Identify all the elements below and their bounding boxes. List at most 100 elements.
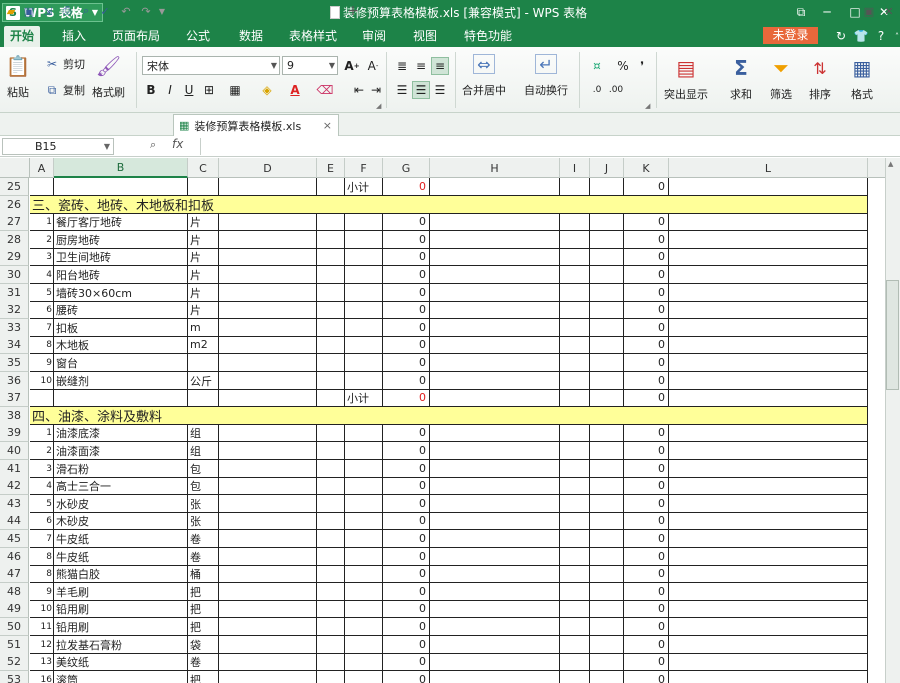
column-header-j[interactable]: J	[590, 158, 624, 178]
amount-g[interactable]: 0	[383, 653, 430, 671]
cell[interactable]	[669, 319, 868, 337]
amount-g[interactable]: 0	[383, 301, 430, 319]
cell[interactable]	[590, 636, 624, 654]
amount-k[interactable]: 0	[624, 671, 669, 683]
amount-g[interactable]: 0	[383, 460, 430, 478]
highlight-button[interactable]: ▤ 突出显示	[664, 54, 708, 102]
fx-icon[interactable]: fx	[172, 137, 183, 151]
cell[interactable]	[560, 671, 590, 683]
item-unit[interactable]: 卷	[188, 653, 219, 671]
cell[interactable]	[317, 477, 345, 495]
item-name[interactable]: 木地板	[54, 336, 188, 354]
row-header[interactable]: 52	[0, 653, 29, 671]
row-header[interactable]: 43	[0, 495, 29, 513]
open-folder-icon[interactable]: ▰	[3, 3, 19, 19]
item-unit[interactable]: 包	[188, 460, 219, 478]
row-header[interactable]: 30	[0, 266, 29, 284]
item-index[interactable]: 9	[30, 354, 54, 372]
amount-g[interactable]: 0	[383, 284, 430, 302]
item-name[interactable]	[54, 178, 188, 196]
column-header-i[interactable]: I	[560, 158, 590, 178]
row-header[interactable]: 33	[0, 319, 29, 337]
cell[interactable]	[669, 548, 868, 566]
item-index[interactable]: 12	[30, 636, 54, 654]
subtotal-label[interactable]: 小计	[345, 178, 383, 196]
cell[interactable]	[560, 336, 590, 354]
item-unit[interactable]: 片	[188, 213, 219, 231]
item-index[interactable]: 9	[30, 583, 54, 601]
sort-button[interactable]: ⇅ 排序	[806, 54, 834, 102]
refresh-icon[interactable]: ↻	[832, 27, 850, 45]
item-name[interactable]: 滚筒	[54, 671, 188, 683]
cell[interactable]	[219, 530, 317, 548]
cell[interactable]	[669, 213, 868, 231]
wrap-text-button[interactable]: ↵ 自动换行	[524, 54, 568, 98]
cell[interactable]	[345, 565, 383, 583]
amount-g[interactable]: 0	[383, 495, 430, 513]
cell[interactable]	[345, 213, 383, 231]
cell[interactable]	[430, 460, 560, 478]
cell[interactable]	[430, 583, 560, 601]
item-index[interactable]: 4	[30, 477, 54, 495]
section-title[interactable]: 四、油漆、涂料及敷料	[30, 407, 868, 425]
item-unit[interactable]: 片	[188, 301, 219, 319]
cell[interactable]	[560, 354, 590, 372]
cell[interactable]	[317, 336, 345, 354]
cell[interactable]	[219, 565, 317, 583]
item-unit[interactable]: 张	[188, 512, 219, 530]
item-unit[interactable]: 包	[188, 477, 219, 495]
amount-k[interactable]: 0	[624, 336, 669, 354]
cell[interactable]	[317, 266, 345, 284]
amount-g[interactable]: 0	[383, 266, 430, 284]
align-center-icon[interactable]: ☰	[412, 81, 430, 99]
cell[interactable]	[560, 389, 590, 407]
item-index[interactable]: 6	[30, 512, 54, 530]
row-header[interactable]: 29	[0, 248, 29, 266]
cell[interactable]	[317, 372, 345, 390]
cell[interactable]	[219, 284, 317, 302]
cell[interactable]	[560, 284, 590, 302]
bold-button[interactable]: B	[142, 81, 160, 99]
item-name[interactable]: 滑石粉	[54, 460, 188, 478]
item-name[interactable]: 扣板	[54, 319, 188, 337]
item-name[interactable]: 餐厅客厅地砖	[54, 213, 188, 231]
column-header-b[interactable]: B	[54, 158, 188, 178]
row-header[interactable]: 31	[0, 284, 29, 302]
cell-style-icon[interactable]: ▦	[226, 81, 244, 99]
cell[interactable]	[219, 442, 317, 460]
cell[interactable]	[590, 178, 624, 196]
cell[interactable]	[317, 530, 345, 548]
cell[interactable]	[317, 248, 345, 266]
column-header-e[interactable]: E	[317, 158, 345, 178]
paste-button[interactable]: 📋 粘贴	[4, 52, 32, 100]
item-name[interactable]: 木砂皮	[54, 512, 188, 530]
amount-k[interactable]: 0	[624, 178, 669, 196]
cell[interactable]	[317, 495, 345, 513]
amount-k[interactable]: 0	[624, 530, 669, 548]
format-button[interactable]: ▦ 格式	[848, 54, 876, 102]
cell[interactable]	[669, 460, 868, 478]
item-index[interactable]: 2	[30, 231, 54, 249]
new-tab-button[interactable]: +	[345, 3, 361, 19]
cell[interactable]	[430, 512, 560, 530]
cell[interactable]	[317, 548, 345, 566]
column-header-a[interactable]: A	[30, 158, 54, 178]
column-header-k[interactable]: K	[624, 158, 669, 178]
amount-k[interactable]: 0	[624, 495, 669, 513]
print-icon[interactable]: ⎙	[59, 3, 75, 19]
item-name[interactable]: 牛皮纸	[54, 548, 188, 566]
amount-g[interactable]: 0	[383, 442, 430, 460]
row-header[interactable]: 42	[0, 477, 29, 495]
cell[interactable]	[669, 530, 868, 548]
amount-k[interactable]: 0	[624, 512, 669, 530]
undo-icon[interactable]: ↶	[118, 3, 134, 19]
column-header-d[interactable]: D	[219, 158, 317, 178]
cell[interactable]	[345, 530, 383, 548]
format-painter-button[interactable]: 🖌 格式刷	[92, 52, 125, 100]
cell[interactable]	[560, 301, 590, 319]
item-unit[interactable]: 袋	[188, 636, 219, 654]
cell[interactable]	[317, 671, 345, 683]
cell[interactable]	[430, 530, 560, 548]
item-name[interactable]: 油漆面漆	[54, 442, 188, 460]
cell[interactable]	[590, 548, 624, 566]
